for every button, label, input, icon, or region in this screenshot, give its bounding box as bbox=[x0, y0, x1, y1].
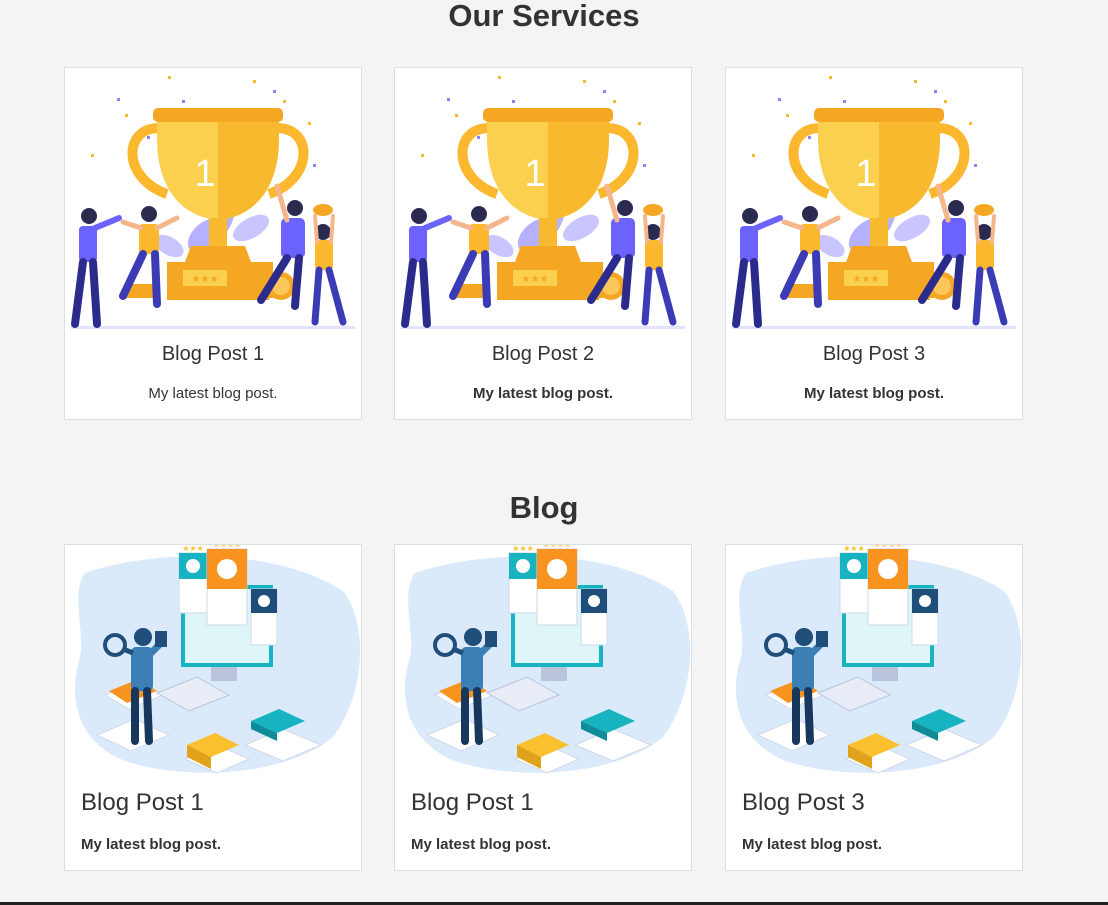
service-card[interactable]: 1 Blog Post 3 My latest blog post. bbox=[725, 67, 1023, 420]
service-card[interactable]: 1 Blog Post 2 My latest blog post. bbox=[394, 67, 692, 420]
blog-card-title: Blog Post 1 bbox=[411, 789, 534, 816]
trophy-illustration: 1 bbox=[65, 68, 361, 333]
blog-title: Blog bbox=[509, 490, 579, 525]
blog-card[interactable]: Blog Post 1 My latest blog post. bbox=[394, 544, 692, 871]
service-card-text: My latest blog post. bbox=[148, 385, 278, 402]
trophy-number: 1 bbox=[524, 153, 545, 195]
computer-illustration bbox=[65, 545, 361, 777]
blog-card[interactable]: Blog Post 3 My latest blog post. bbox=[725, 544, 1023, 871]
blog-card[interactable]: Blog Post 1 My latest blog post. bbox=[64, 544, 362, 871]
blog-card-title: Blog Post 1 bbox=[81, 789, 204, 816]
trophy-number: 1 bbox=[855, 153, 876, 195]
trophy-illustration: 1 bbox=[726, 68, 1022, 333]
blog-card-text: My latest blog post. bbox=[81, 836, 222, 853]
blog-card-title: Blog Post 3 bbox=[742, 789, 865, 816]
computer-illustration bbox=[395, 545, 691, 777]
trophy-illustration: 1 bbox=[395, 68, 691, 333]
blog-card-text: My latest blog post. bbox=[742, 836, 883, 853]
trophy-number: 1 bbox=[194, 153, 215, 195]
service-card-text: My latest blog post. bbox=[803, 385, 944, 402]
service-card-title: Blog Post 1 bbox=[161, 343, 265, 365]
computer-illustration bbox=[726, 545, 1022, 777]
service-card-title: Blog Post 2 bbox=[491, 343, 595, 365]
service-card-title: Blog Post 3 bbox=[822, 343, 926, 365]
service-card-text: My latest blog post. bbox=[472, 385, 613, 402]
page: Our Services 1 Blog Post 1 My latest blo… bbox=[0, 0, 1108, 905]
blog-card-text: My latest blog post. bbox=[411, 836, 552, 853]
services-title: Our Services bbox=[448, 0, 640, 33]
service-card[interactable]: 1 Blog Post 1 My latest blog post. bbox=[64, 67, 362, 420]
